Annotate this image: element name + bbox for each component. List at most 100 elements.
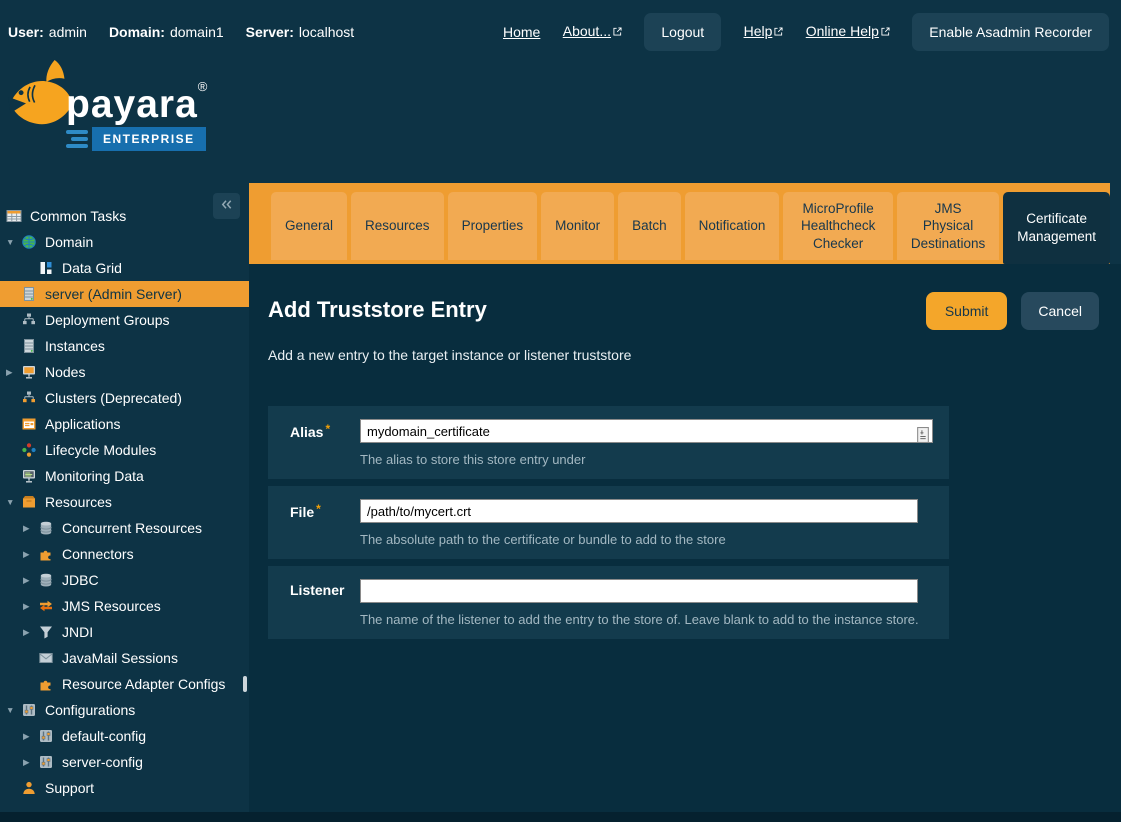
sidebar-item-instances[interactable]: Instances: [0, 333, 249, 359]
tree-expander-icon[interactable]: ▶: [23, 523, 38, 534]
online-help-link-group[interactable]: Online Help: [806, 23, 890, 41]
submit-button[interactable]: Submit: [926, 292, 1008, 330]
tab-microprofile-healthcheck-checker[interactable]: MicroProfile Healthcheck Checker: [783, 192, 892, 260]
database-icon: [38, 520, 54, 536]
cancel-button[interactable]: Cancel: [1021, 292, 1099, 330]
sidebar-collapse-button[interactable]: [213, 193, 240, 219]
payara-logo: payara® ENTERPRISE: [6, 56, 256, 166]
tree-expander-icon[interactable]: ▼: [6, 705, 21, 715]
logout-button[interactable]: Logout: [644, 13, 721, 51]
server-icon: [21, 338, 37, 354]
tab-batch[interactable]: Batch: [618, 192, 681, 260]
alias-help-text: The alias to store this store entry unde…: [360, 452, 933, 467]
tab-jms-physical-destinations[interactable]: JMS Physical Destinations: [897, 192, 999, 260]
help-link-group[interactable]: Help: [744, 23, 784, 41]
tree-expander-icon[interactable]: ▶: [23, 731, 38, 742]
sidebar-item-monitoring-data[interactable]: Monitoring Data: [0, 463, 249, 489]
tab-monitor[interactable]: Monitor: [541, 192, 614, 260]
sidebar-item-connectors[interactable]: ▶ Connectors: [0, 541, 249, 567]
session-info: User:admin Domain:domain1 Server:localho…: [8, 0, 354, 64]
sidebar-item-default-config[interactable]: ▶ default-config: [0, 723, 249, 749]
sidebar-item-jndi[interactable]: ▶ JNDI: [0, 619, 249, 645]
tree-expander-icon[interactable]: ▶: [23, 575, 38, 586]
sidebar-item-domain[interactable]: ▼ Domain: [0, 229, 249, 255]
enable-asadmin-recorder-button[interactable]: Enable Asadmin Recorder: [912, 13, 1109, 51]
sidebar-item-applications[interactable]: Applications: [0, 411, 249, 437]
required-marker: *: [316, 502, 321, 516]
sidebar-item-label: server-config: [62, 754, 143, 770]
sidebar-item-jdbc[interactable]: ▶ JDBC: [0, 567, 249, 593]
sidebar-scrollbar-thumb[interactable]: [243, 676, 247, 692]
sidebar-item-configurations[interactable]: ▼ Configurations: [0, 697, 249, 723]
tab-resources[interactable]: Resources: [351, 192, 444, 260]
sidebar-item-data-grid[interactable]: Data Grid: [0, 255, 249, 281]
truststore-entry-form: Alias* The alias to store this store ent…: [268, 406, 949, 639]
deployment-groups-icon: [21, 312, 37, 328]
sidebar-item-javamail-sessions[interactable]: JavaMail Sessions: [0, 645, 249, 671]
file-field-row: File* The absolute path to the certifica…: [268, 486, 949, 559]
home-link[interactable]: Home: [503, 24, 540, 40]
sidebar-item-label: JMS Resources: [62, 598, 161, 614]
sidebar-item-concurrent-resources[interactable]: ▶ Concurrent Resources: [0, 515, 249, 541]
sidebar-item-deployment-groups[interactable]: Deployment Groups: [0, 307, 249, 333]
enterprise-badge: ENTERPRISE: [66, 127, 206, 151]
file-input[interactable]: [360, 499, 918, 523]
tree-expander-icon[interactable]: ▶: [23, 757, 38, 768]
sidebar-item-label: Monitoring Data: [45, 468, 144, 484]
sidebar-item-label: Resources: [45, 494, 112, 510]
bottom-edge-strip: [0, 812, 1121, 822]
lifecycle-icon: [21, 442, 37, 458]
about-link[interactable]: About...: [563, 23, 611, 39]
user-info: User:admin: [8, 24, 87, 40]
chevron-double-left-icon: [219, 197, 234, 215]
tab-properties[interactable]: Properties: [448, 192, 538, 260]
tree-expander-icon[interactable]: ▼: [6, 497, 21, 507]
tree-expander-icon[interactable]: ▶: [23, 549, 38, 560]
sidebar-item-label: Common Tasks: [30, 208, 126, 224]
sidebar-item-clusters-deprecated[interactable]: Clusters (Deprecated): [0, 385, 249, 411]
sidebar-item-nodes[interactable]: ▶ Nodes: [0, 359, 249, 385]
header-nav: Home About... Logout Help Online Help En…: [503, 0, 1109, 64]
sidebar-item-support[interactable]: Support: [0, 775, 249, 801]
support-person-icon: [21, 780, 37, 796]
sidebar-item-resource-adapter-configs[interactable]: Resource Adapter Configs: [0, 671, 249, 697]
file-label: File*: [290, 499, 360, 547]
listener-label: Listener: [290, 579, 360, 627]
clusters-icon: [21, 390, 37, 406]
tab-general[interactable]: General: [271, 192, 347, 260]
sidebar-item-label: JNDI: [62, 624, 93, 640]
listener-field-row: Listener The name of the listener to add…: [268, 566, 949, 639]
form-actions: Submit Cancel: [926, 292, 1099, 330]
about-link-group[interactable]: About...: [563, 23, 622, 41]
sidebar-item-label: JavaMail Sessions: [62, 650, 178, 666]
tab-label: Monitor: [555, 217, 600, 235]
funnel-icon: [38, 624, 54, 640]
sidebar-item-resources[interactable]: ▼ Resources: [0, 489, 249, 515]
sliders-icon: [21, 702, 37, 718]
sidebar-item-label: Nodes: [45, 364, 85, 380]
tree-expander-icon[interactable]: ▼: [6, 237, 21, 247]
sidebar-item-server-admin-server[interactable]: server (Admin Server): [0, 281, 249, 307]
field-helper-icon[interactable]: [917, 427, 929, 443]
tree-expander-icon[interactable]: ▶: [23, 627, 38, 638]
alias-input[interactable]: [360, 419, 933, 443]
sidebar-item-label: Applications: [45, 416, 121, 432]
tree-expander-icon[interactable]: ▶: [6, 367, 21, 378]
tree-expander-icon[interactable]: ▶: [23, 601, 38, 612]
tab-bar: General Resources Properties Monitor Bat…: [249, 183, 1110, 264]
help-link[interactable]: Help: [744, 23, 773, 39]
listener-input[interactable]: [360, 579, 918, 603]
online-help-link[interactable]: Online Help: [806, 23, 879, 39]
header: User:admin Domain:domain1 Server:localho…: [0, 0, 1121, 183]
sliders-icon: [38, 728, 54, 744]
sidebar-item-server-config[interactable]: ▶ server-config: [0, 749, 249, 775]
tab-certificate-management[interactable]: Certificate Management: [1003, 192, 1110, 264]
sidebar-item-jms-resources[interactable]: ▶ JMS Resources: [0, 593, 249, 619]
tab-notification[interactable]: Notification: [685, 192, 780, 260]
brand-name: payara®: [66, 79, 208, 127]
sidebar-item-lifecycle-modules[interactable]: Lifecycle Modules: [0, 437, 249, 463]
alias-field-cell: The alias to store this store entry unde…: [360, 419, 933, 467]
edition-label: ENTERPRISE: [92, 127, 206, 151]
sidebar-item-label: Resource Adapter Configs: [62, 676, 225, 692]
sidebar-item-common-tasks[interactable]: Common Tasks: [0, 203, 249, 229]
